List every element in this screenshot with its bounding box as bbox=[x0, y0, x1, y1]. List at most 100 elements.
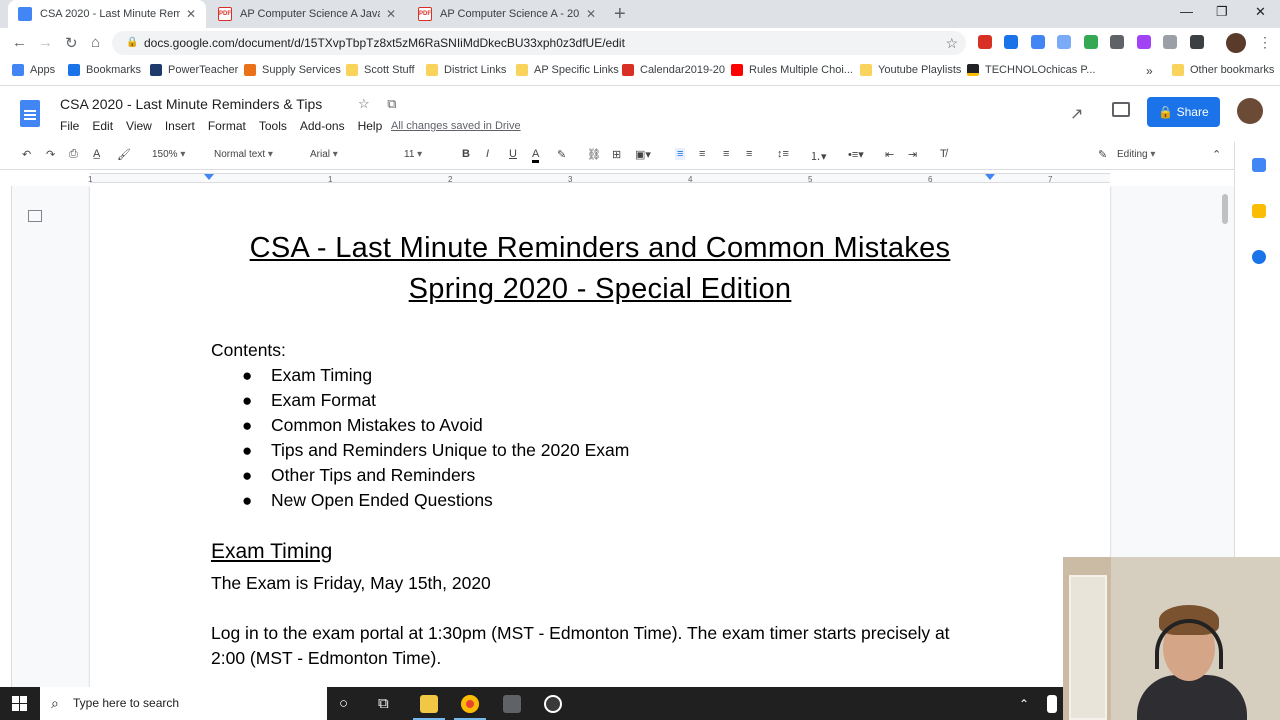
chrome-menu-icon[interactable]: ⋮ bbox=[1258, 34, 1272, 51]
close-tab-icon[interactable]: ✕ bbox=[186, 7, 196, 21]
spellcheck-icon[interactable]: A̲ bbox=[93, 148, 100, 160]
align-center-icon[interactable]: ≡ bbox=[699, 148, 705, 160]
add-comment-icon[interactable]: ⊞ bbox=[612, 148, 621, 161]
star-icon[interactable]: ☆ bbox=[358, 96, 370, 111]
menu-help[interactable]: Help bbox=[358, 119, 383, 133]
extension-icon[interactable] bbox=[1004, 35, 1018, 49]
bookmarks-overflow-icon[interactable]: » bbox=[1146, 64, 1153, 78]
document-outline-icon[interactable] bbox=[28, 210, 42, 222]
address-bar[interactable]: 🔒 docs.google.com/document/d/15TXvpTbpTz… bbox=[112, 31, 966, 55]
document-page[interactable]: CSA - Last Minute Reminders and Common M… bbox=[90, 186, 1110, 687]
extension-icon[interactable] bbox=[1110, 35, 1124, 49]
home-icon[interactable]: ⌂ bbox=[91, 34, 100, 51]
user-avatar[interactable] bbox=[1237, 98, 1263, 124]
comments-icon[interactable] bbox=[1112, 102, 1130, 117]
insert-link-icon[interactable]: ⛓ bbox=[587, 148, 601, 161]
font-select[interactable]: Arial bbox=[310, 149, 382, 160]
clear-formatting-icon[interactable]: T̸ bbox=[940, 148, 947, 160]
keep-icon[interactable] bbox=[1252, 204, 1266, 218]
bookmark-other-bookmarks[interactable]: Other bookmarks bbox=[1172, 64, 1274, 76]
share-button[interactable]: 🔒 Share bbox=[1147, 97, 1220, 127]
print-icon[interactable]: ⎙ bbox=[69, 148, 78, 161]
italic-icon[interactable]: I bbox=[486, 148, 489, 160]
profile-avatar[interactable] bbox=[1226, 33, 1246, 53]
style-select[interactable]: Normal text bbox=[214, 149, 273, 160]
forward-icon[interactable]: → bbox=[38, 34, 53, 51]
file-explorer-icon[interactable] bbox=[420, 695, 438, 713]
menu-file[interactable]: File bbox=[60, 119, 79, 133]
back-icon[interactable]: ← bbox=[12, 34, 27, 51]
bulleted-list-icon[interactable]: •≡▾ bbox=[848, 148, 864, 161]
menu-tools[interactable]: Tools bbox=[259, 119, 287, 133]
redo-icon[interactable]: ↷ bbox=[46, 148, 55, 161]
docs-logo-icon[interactable] bbox=[20, 100, 40, 127]
menu-insert[interactable]: Insert bbox=[165, 119, 195, 133]
menu-view[interactable]: View bbox=[126, 119, 152, 133]
grid-extension-icon[interactable] bbox=[1190, 35, 1204, 49]
bookmark-star-icon[interactable]: ☆ bbox=[945, 31, 958, 55]
highlight-color-icon[interactable]: ✎ bbox=[557, 148, 566, 161]
tasks-icon[interactable] bbox=[1252, 250, 1266, 264]
insert-image-icon[interactable]: ▣▾ bbox=[635, 148, 651, 161]
bookmark-youtube-playlists[interactable]: Youtube Playlists bbox=[860, 64, 961, 76]
decrease-indent-icon[interactable]: ⇤ bbox=[885, 148, 894, 161]
bookmark-district-links[interactable]: District Links bbox=[426, 64, 506, 76]
document-title[interactable]: CSA 2020 - Last Minute Reminders & Tips bbox=[60, 96, 322, 112]
text-color-icon[interactable]: A bbox=[532, 148, 540, 163]
bookmark-technolochicas[interactable]: TECHNOLOchicas P... bbox=[967, 64, 1095, 76]
maximize-icon[interactable]: ❐ bbox=[1216, 4, 1228, 20]
chrome-icon[interactable] bbox=[461, 695, 479, 713]
justify-icon[interactable]: ≡ bbox=[746, 148, 752, 160]
bookmark-scott-stuff[interactable]: Scott Stuff bbox=[346, 64, 415, 76]
numbered-list-icon[interactable]: ⒈▾ bbox=[810, 148, 827, 164]
align-right-icon[interactable]: ≡ bbox=[723, 148, 729, 160]
taskbar-search-input[interactable]: ⌕ Type here to search bbox=[40, 687, 327, 720]
menu-add-ons[interactable]: Add-ons bbox=[300, 119, 345, 133]
increase-indent-icon[interactable]: ⇥ bbox=[908, 148, 917, 161]
tray-overflow-icon[interactable]: ⌃ bbox=[1019, 697, 1029, 711]
vertical-scrollbar[interactable] bbox=[1222, 194, 1228, 224]
extension-icon[interactable] bbox=[1137, 35, 1151, 49]
save-status[interactable]: All changes saved in Drive bbox=[391, 120, 521, 132]
bookmark-supply-services[interactable]: Supply Services bbox=[244, 64, 341, 76]
close-window-icon[interactable]: ✕ bbox=[1255, 4, 1266, 20]
extension-icon[interactable] bbox=[1031, 35, 1045, 49]
calendar-icon[interactable] bbox=[1252, 158, 1266, 172]
bookmark-ap-specific-links[interactable]: AP Specific Links bbox=[516, 64, 619, 76]
reload-icon[interactable]: ↻ bbox=[65, 34, 78, 52]
menu-edit[interactable]: Edit bbox=[92, 119, 113, 133]
cortana-icon[interactable]: ○ bbox=[339, 695, 348, 712]
menu-format[interactable]: Format bbox=[208, 119, 246, 133]
microphone-icon[interactable] bbox=[1047, 695, 1057, 713]
bookmark-powerteacher[interactable]: PowerTeacher bbox=[150, 64, 238, 76]
gmail-extension-icon[interactable] bbox=[978, 35, 992, 49]
collapse-menus-icon[interactable]: ⌃ bbox=[1212, 148, 1221, 161]
calculator-icon[interactable] bbox=[503, 695, 521, 713]
shield-extension-icon[interactable] bbox=[1163, 35, 1177, 49]
tab-docs[interactable]: CSA 2020 - Last Minute Reminders ✕ bbox=[8, 0, 206, 28]
windows-start-icon[interactable] bbox=[12, 696, 27, 711]
activity-dashboard-icon[interactable]: ↗ bbox=[1070, 104, 1083, 124]
editing-mode-select[interactable]: Editing bbox=[1117, 149, 1155, 160]
tab-pdf-exam[interactable]: PDF AP Computer Science A - 2020 E ✕ bbox=[408, 0, 606, 28]
right-indent-marker[interactable] bbox=[985, 174, 995, 180]
close-tab-icon[interactable]: ✕ bbox=[386, 7, 396, 21]
paint-format-icon[interactable]: 🖌 bbox=[117, 148, 131, 161]
move-folder-icon[interactable]: ⧉ bbox=[387, 96, 396, 111]
indent-marker[interactable] bbox=[204, 174, 214, 180]
extension-icon[interactable] bbox=[1084, 35, 1098, 49]
minimize-icon[interactable]: — bbox=[1180, 4, 1193, 19]
task-view-icon[interactable]: ⧉ bbox=[378, 695, 389, 712]
bookmark-calendar[interactable]: Calendar2019-20 bbox=[622, 64, 725, 76]
undo-icon[interactable]: ↶ bbox=[22, 148, 31, 161]
line-spacing-icon[interactable]: ↕≡ bbox=[777, 148, 789, 160]
close-tab-icon[interactable]: ✕ bbox=[586, 7, 596, 21]
font-size-select[interactable]: 11 bbox=[404, 149, 422, 160]
bookmark-rules-multiple-choice[interactable]: Rules Multiple Choi... bbox=[731, 64, 853, 76]
translate-extension-icon[interactable] bbox=[1057, 35, 1071, 49]
align-left-icon[interactable]: ≡ bbox=[675, 148, 686, 160]
bold-icon[interactable]: B bbox=[462, 148, 470, 160]
zoom-select[interactable]: 150% bbox=[152, 149, 185, 160]
bookmark-apps[interactable]: Apps bbox=[12, 64, 55, 76]
bookmark-bookmarks[interactable]: Bookmarks bbox=[68, 64, 141, 76]
